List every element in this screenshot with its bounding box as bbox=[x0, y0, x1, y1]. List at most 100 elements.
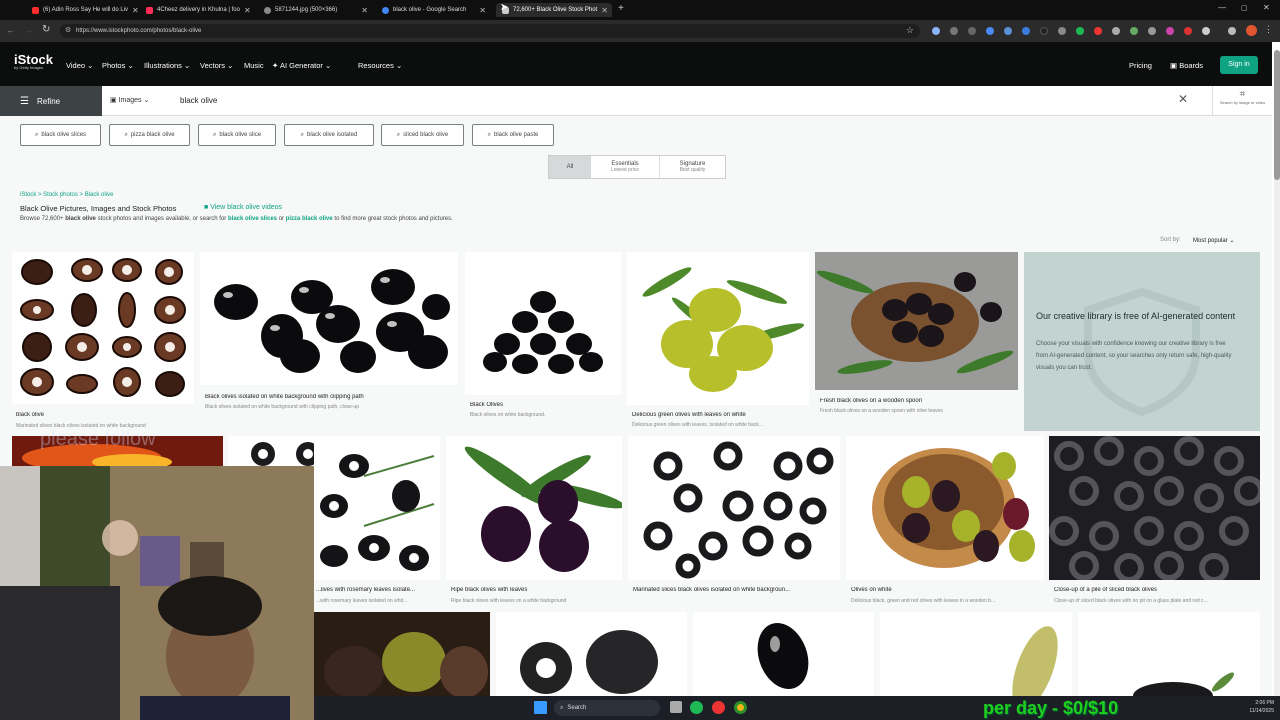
chrome-icon[interactable] bbox=[734, 701, 747, 714]
taskbar-search[interactable]: ⌕ Search bbox=[554, 700, 660, 716]
sign-in-button[interactable]: Sign in bbox=[1220, 56, 1258, 74]
pricing-link[interactable]: Pricing bbox=[1129, 61, 1152, 70]
nav-resources[interactable]: Resources ⌄ bbox=[358, 61, 402, 70]
scrollbar-thumb[interactable] bbox=[1274, 50, 1280, 180]
browser-tab-3[interactable]: 5871244.jpg (500×366) ✕ bbox=[258, 3, 374, 17]
nav-illustrations[interactable]: Illustrations ⌄ bbox=[144, 61, 190, 70]
close-window-icon[interactable]: ✕ bbox=[1263, 3, 1270, 12]
nav-music[interactable]: Music bbox=[244, 61, 264, 70]
extension-icon[interactable] bbox=[1166, 27, 1174, 35]
related-search-chip[interactable]: ⌕ sliced black olive bbox=[381, 124, 464, 146]
result-image[interactable] bbox=[693, 612, 874, 696]
extension-icon[interactable] bbox=[1004, 27, 1012, 35]
related-search-chip[interactable]: ⌕ black olive slices bbox=[20, 124, 101, 146]
search-input[interactable]: black olive bbox=[180, 96, 217, 105]
browser-tab-2[interactable]: 4Cheez delivery in Khulna | foo ✕ bbox=[140, 3, 256, 17]
extension-icon[interactable] bbox=[986, 27, 994, 35]
nav-vectors[interactable]: Vectors ⌄ bbox=[200, 61, 233, 70]
search-by-image-button[interactable]: ⌗ Search by image or video bbox=[1212, 86, 1272, 116]
image-title[interactable]: Close-up of a pile of sliced black olive… bbox=[1054, 587, 1259, 593]
back-icon[interactable]: ← bbox=[6, 25, 15, 35]
extension-icon[interactable] bbox=[1148, 27, 1156, 35]
refine-button[interactable]: ☰ Refine bbox=[0, 86, 102, 116]
task-view-icon[interactable] bbox=[670, 701, 682, 713]
sort-select[interactable]: Most popular ⌄ bbox=[1193, 237, 1234, 244]
result-image[interactable] bbox=[1078, 612, 1260, 696]
result-image[interactable] bbox=[314, 436, 440, 580]
image-title[interactable]: ...lives with rosemary leaves isolate... bbox=[316, 587, 438, 593]
related-search-chip[interactable]: ⌕ black olive paste bbox=[472, 124, 554, 146]
nav-video[interactable]: Video ⌄ bbox=[66, 61, 93, 70]
close-tab-icon[interactable]: ✕ bbox=[479, 6, 486, 15]
filter-all[interactable]: All bbox=[549, 156, 591, 178]
reload-icon[interactable]: ↻ bbox=[42, 24, 50, 35]
view-videos-link[interactable]: ■ View black olive videos bbox=[204, 204, 282, 211]
extension-icon[interactable] bbox=[1112, 27, 1120, 35]
image-title[interactable]: Ripe black olives with leaves bbox=[451, 587, 621, 593]
browser-tab-1[interactable]: (6) Adin Ross Say He will do Liv ✕ bbox=[26, 3, 138, 17]
profile-avatar[interactable] bbox=[1246, 25, 1257, 36]
extension-icon[interactable] bbox=[1040, 27, 1048, 35]
extension-icon[interactable] bbox=[1094, 27, 1102, 35]
maximize-icon[interactable]: ▢ bbox=[1241, 4, 1248, 12]
spotify-icon[interactable] bbox=[690, 701, 703, 714]
extension-icon[interactable] bbox=[1184, 27, 1192, 35]
extension-icon[interactable] bbox=[968, 27, 976, 35]
extension-icon[interactable] bbox=[950, 27, 958, 35]
result-image[interactable] bbox=[200, 252, 458, 385]
result-image[interactable] bbox=[1049, 436, 1260, 580]
extension-icon[interactable] bbox=[932, 27, 940, 35]
minimize-icon[interactable]: — bbox=[1218, 3, 1226, 12]
browser-menu-icon[interactable]: ⋮ bbox=[1264, 24, 1273, 35]
result-image[interactable] bbox=[627, 252, 809, 405]
image-title[interactable]: Fresh black olives on a wooden spoon bbox=[820, 398, 1018, 404]
filter-signature[interactable]: Signature Best quality bbox=[659, 156, 725, 178]
result-image[interactable] bbox=[815, 252, 1018, 390]
result-image[interactable] bbox=[228, 436, 314, 468]
image-title[interactable]: Black olives isolated on white backgroun… bbox=[205, 394, 455, 400]
result-image[interactable] bbox=[314, 612, 490, 696]
image-title[interactable]: Delicious green olives with leaves on wh… bbox=[632, 412, 808, 418]
related-link[interactable]: black olive slices bbox=[228, 216, 277, 222]
filter-essentials[interactable]: Essentials Lowest price bbox=[591, 156, 659, 178]
extension-icon[interactable] bbox=[1022, 27, 1030, 35]
related-search-chip[interactable]: ⌕ black olive isolated bbox=[284, 124, 374, 146]
image-title[interactable]: black olive bbox=[16, 412, 194, 418]
breadcrumb[interactable]: iStock > Stock photos > Black olive bbox=[20, 192, 113, 198]
image-title[interactable]: Marinated slices black olives isolated o… bbox=[633, 587, 839, 593]
related-search-chip[interactable]: ⌕ black olive slice bbox=[198, 124, 276, 146]
nav-photos[interactable]: Photos ⌄ bbox=[102, 61, 134, 70]
result-image[interactable] bbox=[846, 436, 1044, 580]
result-image[interactable] bbox=[12, 252, 194, 404]
extensions-puzzle-icon[interactable] bbox=[1202, 27, 1210, 35]
site-info-icon[interactable]: ⚙ bbox=[65, 26, 71, 34]
sidebar-icon[interactable] bbox=[1228, 27, 1236, 35]
related-search-chip[interactable]: ⌕ pizza black olive bbox=[109, 124, 190, 146]
windows-start-icon[interactable] bbox=[534, 701, 547, 714]
close-tab-icon[interactable]: ✕ bbox=[244, 6, 251, 15]
nav-ai-generator[interactable]: ✦ AI Generator ⌄ bbox=[272, 61, 331, 70]
image-title[interactable]: Olives on white bbox=[851, 587, 1043, 593]
page-scrollbar[interactable] bbox=[1274, 116, 1280, 720]
result-image[interactable] bbox=[446, 436, 622, 580]
extension-icon[interactable] bbox=[1058, 27, 1066, 35]
extension-icon[interactable] bbox=[1076, 27, 1084, 35]
result-image[interactable] bbox=[496, 612, 687, 696]
forward-icon[interactable]: → bbox=[24, 25, 33, 35]
result-image[interactable] bbox=[628, 436, 840, 580]
app-icon[interactable] bbox=[712, 701, 725, 714]
bookmark-star-icon[interactable]: ☆ bbox=[906, 25, 914, 36]
close-tab-icon[interactable]: ✕ bbox=[601, 6, 608, 15]
address-bar[interactable]: ⚙ https://www.istockphoto.com/photos/bla… bbox=[60, 24, 920, 38]
close-tab-icon[interactable]: ✕ bbox=[132, 6, 138, 15]
clear-search-icon[interactable]: ✕ bbox=[1178, 92, 1188, 106]
boards-link[interactable]: ▣ Boards bbox=[1170, 61, 1203, 70]
system-clock[interactable]: 2:06 PM 11/14/2025 bbox=[1234, 699, 1274, 715]
image-title[interactable]: Black Olives bbox=[470, 402, 620, 408]
close-tab-icon[interactable]: ✕ bbox=[361, 6, 368, 15]
related-link[interactable]: pizza black olive bbox=[286, 216, 333, 222]
istock-logo[interactable]: iStock by Getty Images bbox=[14, 53, 53, 71]
extension-icon[interactable] bbox=[1130, 27, 1138, 35]
browser-tab-5-active[interactable]: 72,600+ Black Olive Stock Phot ✕ bbox=[496, 3, 612, 17]
media-type-select[interactable]: ▣ Images ⌄ bbox=[110, 96, 149, 104]
